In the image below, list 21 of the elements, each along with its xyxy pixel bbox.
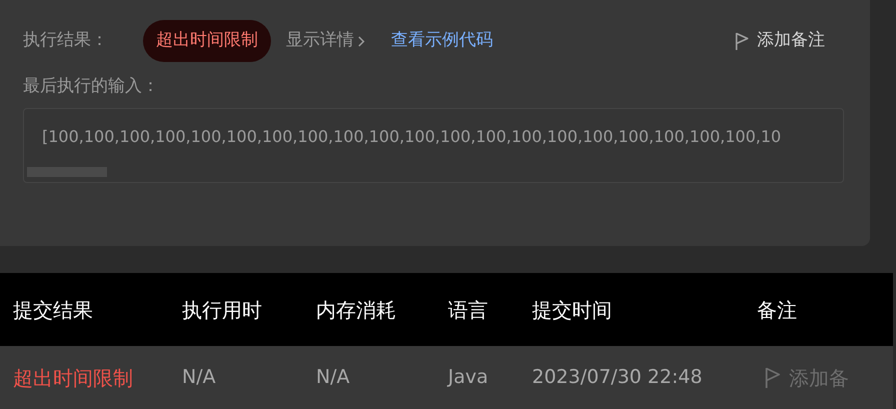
table-cell: Java — [448, 366, 488, 388]
result-label: 执行结果： — [23, 29, 109, 52]
input-value: [100,100,100,100,100,100,100,100,100,100,100,100,100,100,100,100,100,100,100,100,10 — [42, 126, 782, 148]
column-header: 备注 — [757, 298, 797, 322]
column-header: 内存消耗 — [316, 298, 396, 322]
column-header: 提交结果 — [13, 298, 93, 322]
status-badge: 超出时间限制 — [143, 20, 271, 62]
input-label: 最后执行的输入： — [23, 75, 160, 98]
column-header: 执行用时 — [182, 298, 262, 322]
add-note-button[interactable]: 添加备注 — [735, 28, 825, 54]
table-cell: 2023/07/30 22:48 — [532, 366, 702, 388]
column-header: 语言 — [448, 298, 488, 322]
chevron-icon — [358, 36, 365, 46]
status-cell: 超出时间限制 — [13, 366, 133, 390]
table-cell: N/A — [182, 366, 216, 388]
table-cell: N/A — [316, 366, 350, 388]
details-link[interactable]: 显示详情 — [286, 28, 365, 54]
flag-icon — [765, 366, 781, 388]
example-code-link[interactable]: 查看示例代码 — [391, 28, 493, 54]
column-header: 提交时间 — [532, 298, 612, 322]
flag-icon — [735, 32, 749, 50]
